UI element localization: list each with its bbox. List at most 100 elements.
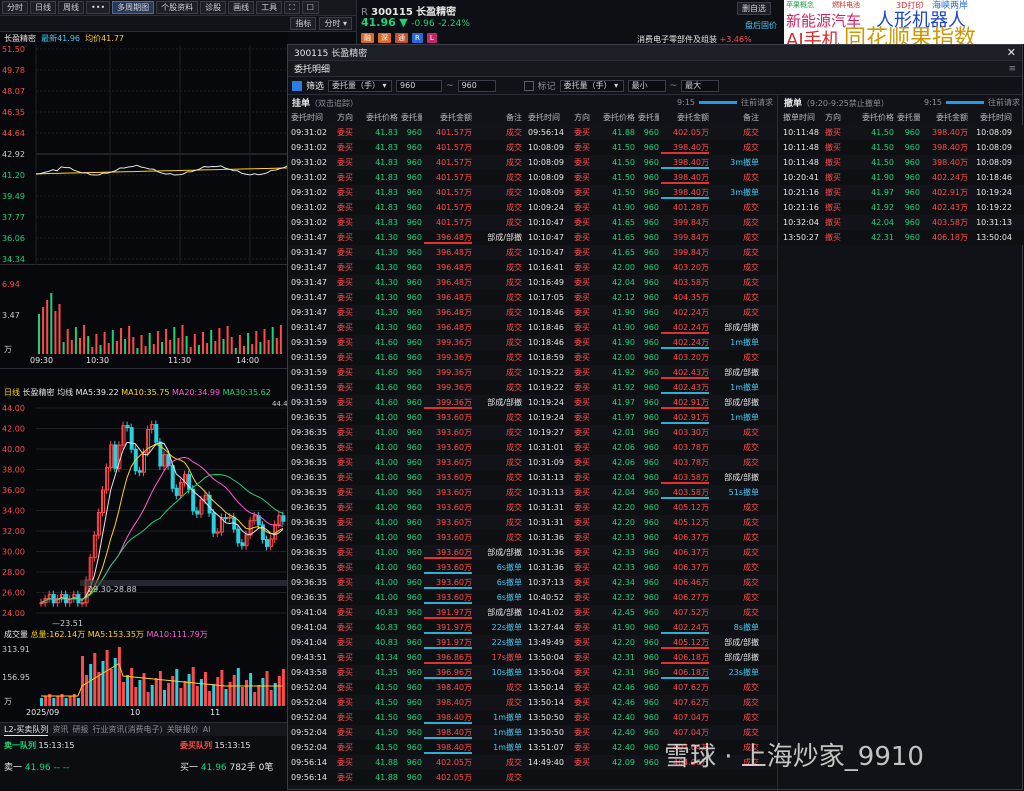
order-row[interactable]: 09:31:47 委买 41.30 960 396.48万 成交 10:17:05 委买 42.… <box>288 290 777 305</box>
order-row[interactable]: 09:36:35 委买 41.00 960 393.60万 6s撤单 10:31:36 委买 4… <box>288 560 777 575</box>
bottom-tab[interactable]: 行业资讯(消费电子) <box>92 724 162 735</box>
order-row[interactable]: 09:31:02 委买 41.83 960 401.57万 成交 10:10:47 委买 41.… <box>288 215 777 230</box>
order-row[interactable]: 09:31:47 委买 41.30 960 396.48万 成交 10:18:46 委买 41.… <box>288 305 777 320</box>
theme-tag[interactable]: 苹果概念 <box>786 2 814 9</box>
order-row[interactable]: 09:36:35 委买 41.00 960 393.60万 成交 10:19:27 委买 42.… <box>288 425 777 440</box>
order-row[interactable]: 09:36:35 委买 41.00 960 393.60万 成交 10:31:13 委买 42.… <box>288 470 777 485</box>
toolbar-item-7[interactable]: 画线 <box>228 1 255 14</box>
order-cell: 委买 <box>337 278 353 287</box>
cancel-row[interactable]: 10:32:04 撤买 42.04 960 403.58万 10:31:13 <box>780 215 1024 230</box>
toolbar-item-1[interactable]: 日线 <box>30 1 56 14</box>
order-row[interactable]: 09:36:35 委买 41.00 960 393.60万 6s撤单 10:40:52 委买 4… <box>288 590 777 605</box>
order-row[interactable]: 09:36:35 委买 41.00 960 393.60万 成交 10:31:01 委买 42.… <box>288 440 777 455</box>
order-row[interactable]: 09:31:02 委买 41.83 960 401.57万 成交 10:08:09 委买 41.… <box>288 155 777 170</box>
sell-qty: -- -- <box>53 763 70 773</box>
toolbar-item-9[interactable]: ⛶ <box>284 1 300 14</box>
toolbar-item-8[interactable]: 工具 <box>256 1 283 14</box>
cancel-row[interactable]: 10:11:48 撤买 41.50 960 398.40万 10:08:09 <box>780 125 1024 140</box>
order-row[interactable]: 09:36:35 委买 41.00 960 393.60万 成交 10:19:24 委买 41.… <box>288 410 777 425</box>
toolbar-item-0[interactable]: 分时 <box>2 1 28 14</box>
toolbar-item-6[interactable]: 诊股 <box>200 1 227 14</box>
bottom-tab[interactable]: 资讯 <box>52 724 68 735</box>
theme-tag[interactable]: 同花顺果指数 <box>844 28 976 45</box>
mark-checkbox[interactable] <box>523 80 534 91</box>
order-row[interactable]: 09:31:59 委买 41.60 960 399.36万 部成/部撤 10:19:24 委买… <box>288 395 777 410</box>
order-row[interactable]: 09:31:47 委买 41.30 960 396.48万 成交 10:16:49 委买 42.… <box>288 275 777 290</box>
order-cell: 委买 <box>574 368 590 377</box>
close-icon[interactable]: ✕ <box>1007 46 1016 59</box>
order-row[interactable]: 09:31:02 委买 41.83 960 401.57万 成交 10:08:09 委买 41.… <box>288 170 777 185</box>
daily-volume-chart[interactable]: 313.91 156.95 万 <box>0 642 288 706</box>
mark-min-input[interactable]: 最小 <box>627 79 666 92</box>
order-row[interactable]: 09:31:59 委买 41.60 960 399.36万 成交 10:19:22 委买 41.… <box>288 365 777 380</box>
remove-watchlist-button[interactable]: 删自选 <box>737 2 771 15</box>
bottom-tab[interactable]: 关联报价 <box>167 724 199 735</box>
toolbar-item-5[interactable]: 个股资料 <box>156 1 199 14</box>
kline-price-tick: 30.00 <box>2 548 25 557</box>
order-row[interactable]: 09:31:47 委买 41.30 960 396.48万 部成/部撤 10:10:47 委买… <box>288 230 777 245</box>
order-row[interactable]: 09:31:02 委买 41.83 960 401.57万 成交 10:08:09 委买 41.… <box>288 140 777 155</box>
order-row[interactable]: 09:36:35 委买 41.00 960 393.60万 成交 10:31:31 委买 42.… <box>288 500 777 515</box>
indicator-button[interactable]: 指标 <box>290 17 317 30</box>
cancel-row[interactable]: 10:11:48 撤买 41.50 960 398.40万 10:08:09 <box>780 155 1024 170</box>
order-row[interactable]: 09:52:04 委买 41.50 960 398.40万 成交 13:50:14 委买 42.… <box>288 680 777 695</box>
order-cell: 960 <box>643 578 659 587</box>
theme-tag[interactable]: AI手机 <box>786 32 840 45</box>
order-row[interactable]: 09:41:04 委买 40.83 960 391.97万 22s撤单 13:49:49 委买… <box>288 635 777 650</box>
order-cell: 委买 <box>574 143 590 152</box>
order-row[interactable]: 09:36:35 委买 41.00 960 393.60万 部成/部撤 10:31:36 委买… <box>288 545 777 560</box>
order-row[interactable]: 09:36:35 委买 41.00 960 393.60万 成交 10:31:36 委买 42.… <box>288 530 777 545</box>
order-row[interactable]: 09:31:02 委买 41.83 960 401.57万 成交 09:56:14 委买 41.… <box>288 125 777 140</box>
toolbar-item-4[interactable]: 多周期图 <box>112 1 155 14</box>
order-row[interactable]: 09:41:04 委买 40.83 960 391.97万 部成/部撤 10:41:02 委买… <box>288 605 777 620</box>
bottom-tab[interactable]: AI <box>203 725 211 734</box>
filter-to-input[interactable]: 960 <box>457 79 496 92</box>
order-row[interactable]: 09:43:51 委买 41.34 960 396.86万 17s撤单 13:50:04 委买… <box>288 650 777 665</box>
order-row[interactable]: 09:31:59 委买 41.60 960 399.36万 成交 10:18:59 委买 42.… <box>288 350 777 365</box>
mark-max-input[interactable]: 最大 <box>681 79 720 92</box>
minute-volume-chart[interactable]: 6.94 3.47 万 <box>0 278 288 354</box>
theme-tag[interactable]: 3D打印 <box>896 2 923 10</box>
order-row[interactable]: 09:52:04 委买 41.50 960 398.40万 成交 13:50:14 委买 42.… <box>288 695 777 710</box>
menu-icon[interactable]: ≡ <box>1008 64 1016 74</box>
order-row[interactable]: 09:31:47 委买 41.30 960 396.48万 成交 10:18:46 委买 41.… <box>288 320 777 335</box>
order-cell: 8s撤单 <box>733 623 759 632</box>
filter-checkbox[interactable] <box>292 80 302 91</box>
theme-tag[interactable]: 燃料电池 <box>832 2 860 9</box>
order-row[interactable]: 09:31:02 委买 41.83 960 401.57万 成交 10:08:09 委买 41.… <box>288 185 777 200</box>
bottom-tab[interactable]: 研报 <box>72 724 88 735</box>
bottom-tab[interactable]: L2-买卖队列 <box>4 724 49 736</box>
daily-kline-chart[interactable]: 44.00 42.00 40.00 38.00 36.00 34.00 32.00 30.00… <box>0 400 288 630</box>
order-row[interactable]: 09:36:35 委买 41.00 960 393.60万 成交 10:31:09 委买 42.… <box>288 455 777 470</box>
toolbar-item-10[interactable]: ☐ <box>301 1 319 14</box>
order-row[interactable]: 09:43:58 委买 41.35 960 396.96万 10s撤单 13:50:04 委买… <box>288 665 777 680</box>
order-row[interactable]: 09:31:47 委买 41.30 960 396.48万 成交 10:10:47 委买 41.… <box>288 245 777 260</box>
after-hours-button[interactable]: 盘后固价 <box>745 20 777 31</box>
order-row[interactable]: 09:52:04 委买 41.50 960 398.40万 1m撤单 13:50:50 委买 4… <box>288 710 777 725</box>
toolbar-item-3[interactable]: ••• <box>86 1 111 14</box>
order-row[interactable]: 09:36:35 委买 41.00 960 393.60万 成交 10:31:31 委买 42.… <box>288 515 777 530</box>
order-row[interactable]: 09:41:04 委买 40.83 960 391.97万 22s撤单 13:27:44 委买… <box>288 620 777 635</box>
toolbar-item-2[interactable]: 周线 <box>58 1 84 14</box>
cancel-row[interactable]: 10:11:48 撤买 41.50 960 398.40万 10:08:09 <box>780 140 1024 155</box>
order-row[interactable]: 09:31:47 委买 41.30 960 396.48万 成交 10:16:41 委买 42.… <box>288 260 777 275</box>
order-row[interactable]: 09:31:02 委买 41.83 960 401.57万 成交 10:09:24 委买 41.… <box>288 200 777 215</box>
load-earlier-link[interactable]: 往前请求 <box>741 98 773 107</box>
cancel-row[interactable]: 13:50:27 撤买 42.31 960 406.18万 13:50:04 <box>780 230 1024 245</box>
minute-chart[interactable]: 51.50 49.78 48.07 46.35 44.64 42.92 41.20 39.49… <box>0 45 288 265</box>
cancel-row[interactable]: 10:21:16 撤买 41.92 960 402.43万 10:19:22 <box>780 200 1024 215</box>
order-row[interactable]: 09:31:59 委买 41.60 960 399.36万 成交 10:19:22 委买 41.… <box>288 380 777 395</box>
order-row[interactable]: 09:31:59 委买 41.60 960 399.36万 成交 10:18:46 委买 41.… <box>288 335 777 350</box>
cancel-row[interactable]: 10:20:41 撤买 41.90 960 402.24万 10:18:46 <box>780 170 1024 185</box>
order-cell: 委买 <box>337 383 353 392</box>
cancel-load-earlier-link[interactable]: 往前请求 <box>988 98 1020 107</box>
sector-name[interactable]: 消费电子零部件及组装 <box>637 35 717 44</box>
filter-from-input[interactable]: 960 <box>396 79 443 92</box>
cancel-row[interactable]: 10:21:16 撤买 41.97 960 402.91万 10:19:24 <box>780 185 1024 200</box>
mark-field-select[interactable]: 委托量（手） ▾ <box>559 79 624 92</box>
order-row[interactable]: 09:36:35 委买 41.00 960 393.60万 6s撤单 10:37:13 委买 4… <box>288 575 777 590</box>
order-cell: 399.36万 <box>436 368 472 377</box>
order-row[interactable]: 09:36:35 委买 41.00 960 393.60万 成交 10:31:13 委买 42.… <box>288 485 777 500</box>
timeshare-dropdown[interactable]: 分时 ▾ <box>319 17 352 30</box>
filter-field-select[interactable]: 委托量（手） ▾ <box>328 79 393 92</box>
